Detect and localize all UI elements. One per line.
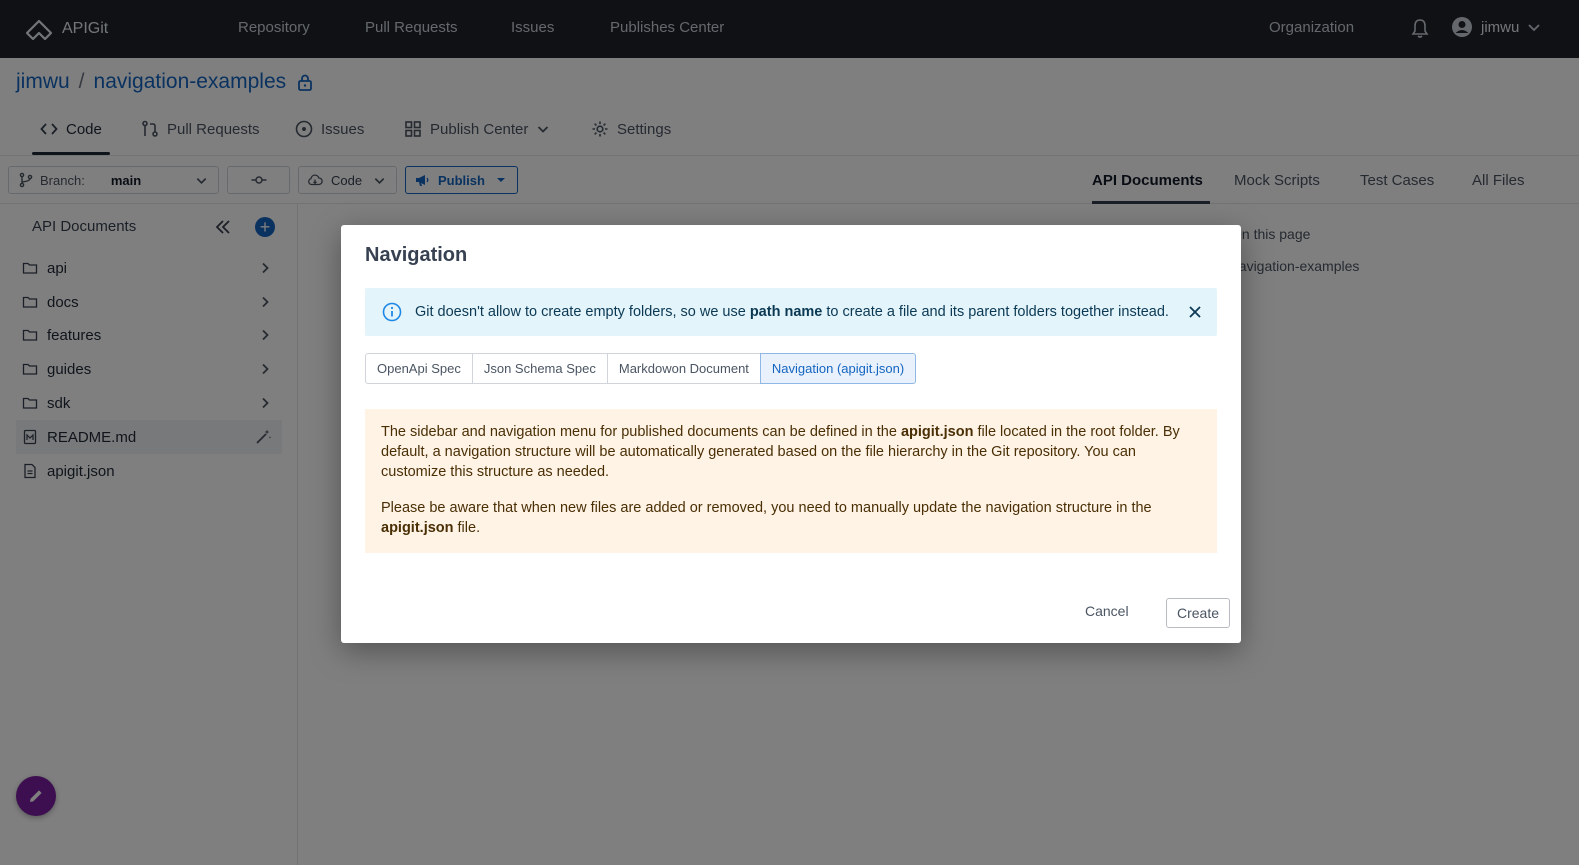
navigation-dialog: Navigation Git doesn't allow to create e… — [341, 225, 1241, 643]
para2-pre: Please be aware that when new files are … — [381, 500, 1152, 516]
description-paragraph-1: The sidebar and navigation menu for publ… — [381, 422, 1201, 482]
para1-bold: apigit.json — [900, 424, 974, 440]
tab-navigation[interactable]: Navigation (apigit.json) — [759, 353, 917, 384]
cancel-button[interactable]: Cancel — [1085, 603, 1129, 619]
info-text: Git doesn't allow to create empty folder… — [415, 304, 1169, 320]
navigation-description: The sidebar and navigation menu for publ… — [365, 409, 1217, 553]
info-icon — [382, 302, 402, 322]
para1-pre: The sidebar and navigation menu for publ… — [381, 424, 901, 440]
para2-bold: apigit.json — [381, 520, 454, 536]
tab-openapi-spec[interactable]: OpenApi Spec — [365, 353, 473, 384]
info-text-pre: Git doesn't allow to create empty folder… — [415, 304, 750, 320]
document-type-tabs: OpenApi Spec Json Schema Spec Markdowon … — [365, 353, 917, 384]
create-button[interactable]: Create — [1166, 598, 1230, 628]
tab-json-schema-spec[interactable]: Json Schema Spec — [471, 353, 608, 384]
info-alert: Git doesn't allow to create empty folder… — [365, 288, 1217, 336]
dialog-title: Navigation — [365, 244, 468, 266]
para2-post: file. — [453, 520, 481, 536]
description-paragraph-2: Please be aware that when new files are … — [381, 498, 1201, 538]
close-icon[interactable] — [1187, 304, 1203, 320]
tab-markdown-document[interactable]: Markdowon Document — [606, 353, 761, 384]
info-text-post: to create a file and its parent folders … — [822, 304, 1169, 320]
info-text-bold: path name — [749, 304, 823, 320]
